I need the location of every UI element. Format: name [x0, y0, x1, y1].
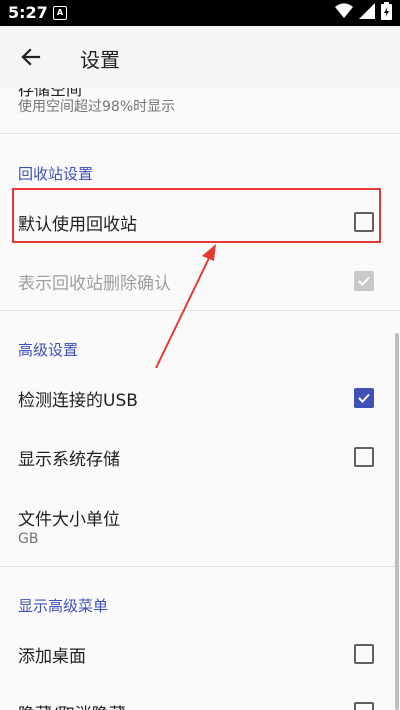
annotation-arrow-icon	[155, 244, 216, 369]
